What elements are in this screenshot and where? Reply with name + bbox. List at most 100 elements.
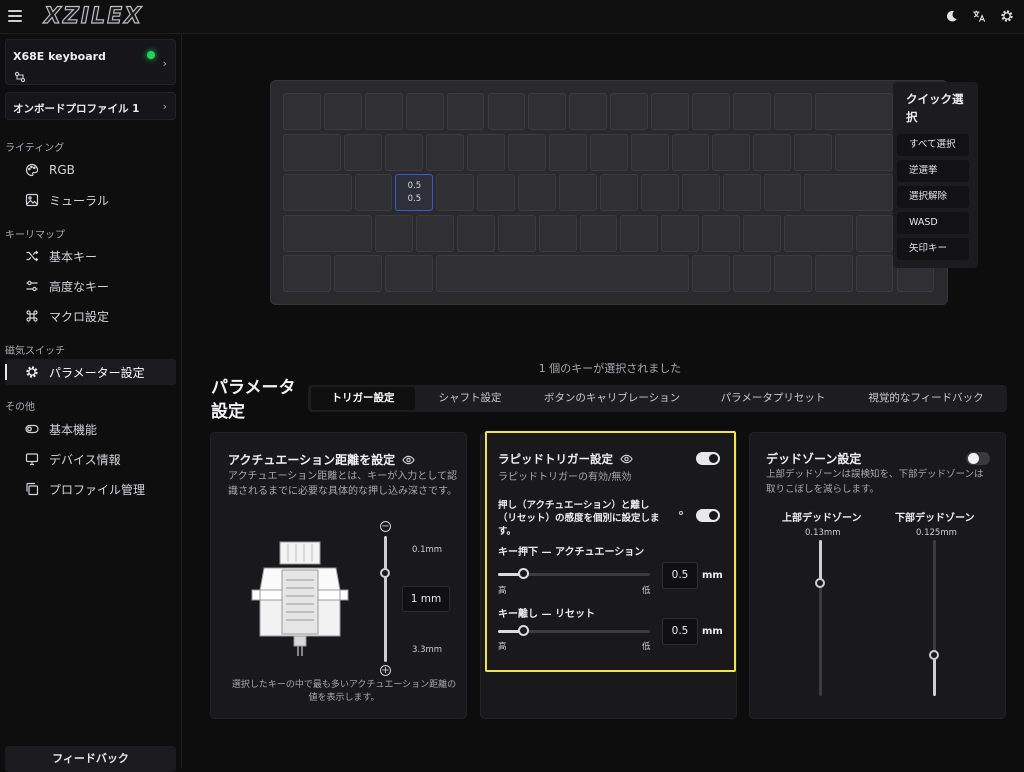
keycap[interactable] — [732, 93, 771, 130]
decrease-actuation-button[interactable]: − — [380, 521, 391, 532]
keycap[interactable] — [559, 174, 597, 211]
press-sensitivity-slider[interactable] — [498, 568, 650, 579]
keycap[interactable] — [569, 93, 608, 130]
actuation-slider-thumb[interactable] — [380, 568, 390, 578]
keycap[interactable] — [283, 133, 342, 171]
keycap[interactable] — [426, 133, 465, 171]
tab-button-calibration[interactable]: ボタンのキャリブレーション — [528, 387, 696, 410]
sidebar-item-macro[interactable]: マクロ設定 — [5, 303, 176, 329]
keycap[interactable] — [702, 214, 741, 252]
keycap[interactable] — [651, 93, 689, 130]
keycap[interactable] — [599, 174, 638, 211]
keycap[interactable] — [732, 255, 771, 292]
increase-actuation-button[interactable]: + — [380, 665, 391, 676]
sidebar-item-profile-management[interactable]: プロファイル管理 — [5, 476, 176, 502]
keycap[interactable] — [722, 174, 761, 211]
device-selector[interactable]: X68E keyboard › — [5, 39, 176, 85]
keycap[interactable] — [855, 255, 894, 292]
keycap[interactable] — [753, 133, 792, 171]
bottom-deadzone-slider[interactable] — [933, 540, 936, 696]
keycap[interactable] — [712, 133, 751, 171]
keycap[interactable] — [620, 214, 659, 252]
separate-sensitivity-toggle[interactable] — [696, 509, 720, 522]
sidebar-item-mural[interactable]: ミューラル — [5, 187, 176, 213]
keycap-selected[interactable]: 0.5 0.5 — [395, 174, 434, 211]
menu-icon[interactable] — [8, 10, 22, 22]
keycap[interactable] — [436, 174, 475, 211]
keycap[interactable] — [671, 133, 710, 171]
keycap[interactable] — [385, 133, 424, 171]
keycap[interactable] — [804, 174, 894, 211]
keycap[interactable] — [364, 93, 403, 130]
sidebar-item-parameter[interactable]: パラメーター設定 — [5, 359, 176, 385]
keycap[interactable] — [640, 174, 679, 211]
keycap[interactable] — [323, 93, 362, 130]
keycap[interactable] — [548, 133, 587, 171]
keycap[interactable] — [763, 174, 802, 211]
press-slider-thumb[interactable] — [517, 568, 529, 579]
keycap[interactable] — [334, 255, 383, 292]
keycap[interactable] — [446, 93, 485, 130]
tab-shaft-settings[interactable]: シャフト設定 — [418, 387, 522, 410]
keycap[interactable] — [283, 174, 352, 211]
sidebar-item-basic-key[interactable]: 基本キー — [5, 243, 176, 269]
release-sensitivity-slider[interactable] — [498, 625, 650, 636]
keycap[interactable] — [415, 214, 454, 252]
keycap[interactable] — [773, 255, 812, 292]
sidebar-item-advanced-key[interactable]: 高度なキー — [5, 273, 176, 299]
deadzone-toggle[interactable] — [966, 452, 990, 465]
keycap[interactable] — [773, 93, 812, 130]
keycap[interactable] — [692, 93, 730, 130]
feedback-button[interactable]: フィードバック — [5, 746, 176, 772]
keycap[interactable] — [610, 93, 649, 130]
keycap[interactable] — [467, 133, 505, 171]
tab-visual-feedback[interactable]: 視覚的なフィードバック — [851, 387, 1001, 410]
language-icon[interactable] — [972, 9, 986, 23]
eye-icon[interactable] — [402, 454, 416, 468]
sidebar-item-basic-function[interactable]: 基本機能 — [5, 416, 176, 442]
keycap[interactable] — [743, 214, 782, 252]
keycap[interactable] — [681, 174, 720, 211]
press-value-input[interactable]: 0.5 — [662, 562, 698, 589]
keycap[interactable] — [528, 93, 567, 130]
select-arrow-keys-button[interactable]: 矢印キー — [897, 238, 969, 260]
keycap[interactable] — [507, 133, 546, 171]
select-wasd-button[interactable]: WASD — [897, 212, 969, 234]
keycap[interactable] — [456, 214, 495, 252]
actuation-value-display[interactable]: 1 mm — [402, 586, 450, 612]
keycap[interactable] — [344, 133, 383, 171]
keycap[interactable] — [538, 214, 577, 252]
keycap[interactable] — [283, 93, 321, 130]
tab-parameter-presets[interactable]: パラメータプリセット — [703, 387, 843, 410]
sidebar-item-rgb[interactable]: RGB — [5, 157, 176, 183]
top-deadzone-thumb[interactable] — [815, 578, 825, 588]
keycap[interactable] — [794, 133, 833, 171]
dark-mode-icon[interactable] — [944, 9, 958, 23]
keycap[interactable] — [283, 214, 373, 252]
keycap[interactable] — [692, 255, 730, 292]
keycap[interactable] — [835, 133, 894, 171]
keycap[interactable] — [518, 174, 557, 211]
keycap[interactable] — [375, 214, 413, 252]
actuation-slider[interactable] — [384, 536, 387, 662]
keycap[interactable] — [436, 255, 689, 292]
keycap[interactable] — [405, 93, 444, 130]
top-deadzone-slider[interactable] — [819, 540, 822, 696]
bottom-deadzone-thumb[interactable] — [929, 650, 939, 660]
keycap[interactable] — [784, 214, 853, 252]
profile-selector[interactable]: オンボードプロファイル 1 › — [5, 92, 176, 120]
keycap[interactable] — [354, 174, 393, 211]
select-all-button[interactable]: すべて選択 — [897, 134, 969, 156]
keycap[interactable] — [385, 255, 434, 292]
keycap[interactable] — [477, 174, 516, 211]
deselect-button[interactable]: 選択解除 — [897, 186, 969, 208]
keycap[interactable] — [814, 93, 894, 130]
rapid-trigger-toggle[interactable] — [696, 452, 720, 465]
release-value-input[interactable]: 0.5 — [662, 618, 698, 645]
keycap[interactable] — [283, 255, 332, 292]
keycap[interactable] — [630, 133, 669, 171]
keycap[interactable] — [814, 255, 853, 292]
keycap[interactable] — [487, 93, 526, 130]
gear-icon[interactable] — [1000, 9, 1014, 23]
tab-trigger-settings[interactable]: トリガー設定 — [311, 387, 415, 410]
